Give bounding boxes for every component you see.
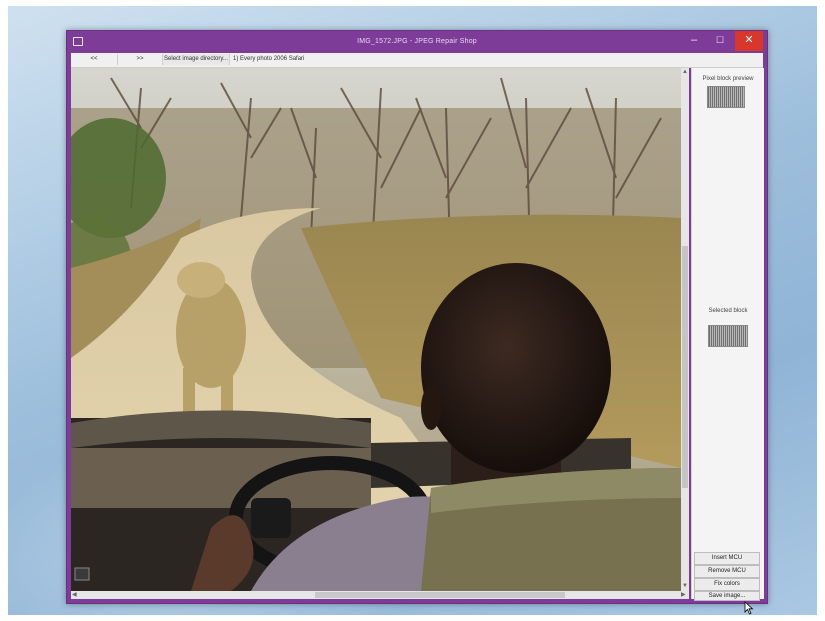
desktop-background: IMG_1572.JPG - JPEG Repair Shop – ☐ ✕ <<… xyxy=(8,6,817,615)
app-window: IMG_1572.JPG - JPEG Repair Shop – ☐ ✕ <<… xyxy=(66,30,768,615)
close-button[interactable]: ✕ xyxy=(735,31,763,51)
scroll-right-icon[interactable]: ▶ xyxy=(681,591,686,598)
vertical-scroll-thumb[interactable] xyxy=(682,246,688,488)
minimize-button[interactable]: – xyxy=(681,31,707,51)
insert-mcu-button[interactable]: Insert MCU xyxy=(694,552,760,565)
side-panel: Pixel block preview Selected block Inser… xyxy=(691,68,764,615)
pixel-block-preview xyxy=(707,86,745,108)
select-directory-button[interactable]: Select image directory... xyxy=(163,54,230,65)
scroll-up-icon[interactable]: ▲ xyxy=(682,69,688,75)
previous-image-button[interactable]: << xyxy=(71,54,118,65)
remove-mcu-button[interactable]: Remove MCU xyxy=(694,565,760,578)
image-canvas[interactable] xyxy=(71,68,681,591)
vertical-scrollbar[interactable]: ▲ ▼ xyxy=(681,68,689,591)
mouse-pointer-icon xyxy=(744,601,754,615)
scroll-down-icon[interactable]: ▼ xyxy=(682,583,688,589)
photo-image xyxy=(71,68,681,591)
next-image-button[interactable]: >> xyxy=(118,54,163,65)
selected-block-preview xyxy=(708,325,748,347)
save-image-button[interactable]: Save image... xyxy=(694,591,760,601)
selected-block-label: Selected block xyxy=(708,308,748,314)
directory-path: 1) Every photo 2006 Safari xyxy=(233,56,305,62)
title-bar[interactable]: IMG_1572.JPG - JPEG Repair Shop – ☐ ✕ xyxy=(67,31,767,53)
window-title: IMG_1572.JPG - JPEG Repair Shop xyxy=(357,38,477,45)
pixel-block-preview-label: Pixel block preview xyxy=(702,76,754,82)
horizontal-scrollbar[interactable]: ◀ ▶ xyxy=(71,591,689,599)
scroll-left-icon[interactable]: ◀ xyxy=(72,591,77,598)
fix-colors-button[interactable]: Fix colors xyxy=(694,578,760,591)
toolbar: << >> Select image directory... 1) Every… xyxy=(71,53,763,68)
horizontal-scroll-thumb[interactable] xyxy=(315,592,565,598)
maximize-button[interactable]: ☐ xyxy=(707,31,733,51)
